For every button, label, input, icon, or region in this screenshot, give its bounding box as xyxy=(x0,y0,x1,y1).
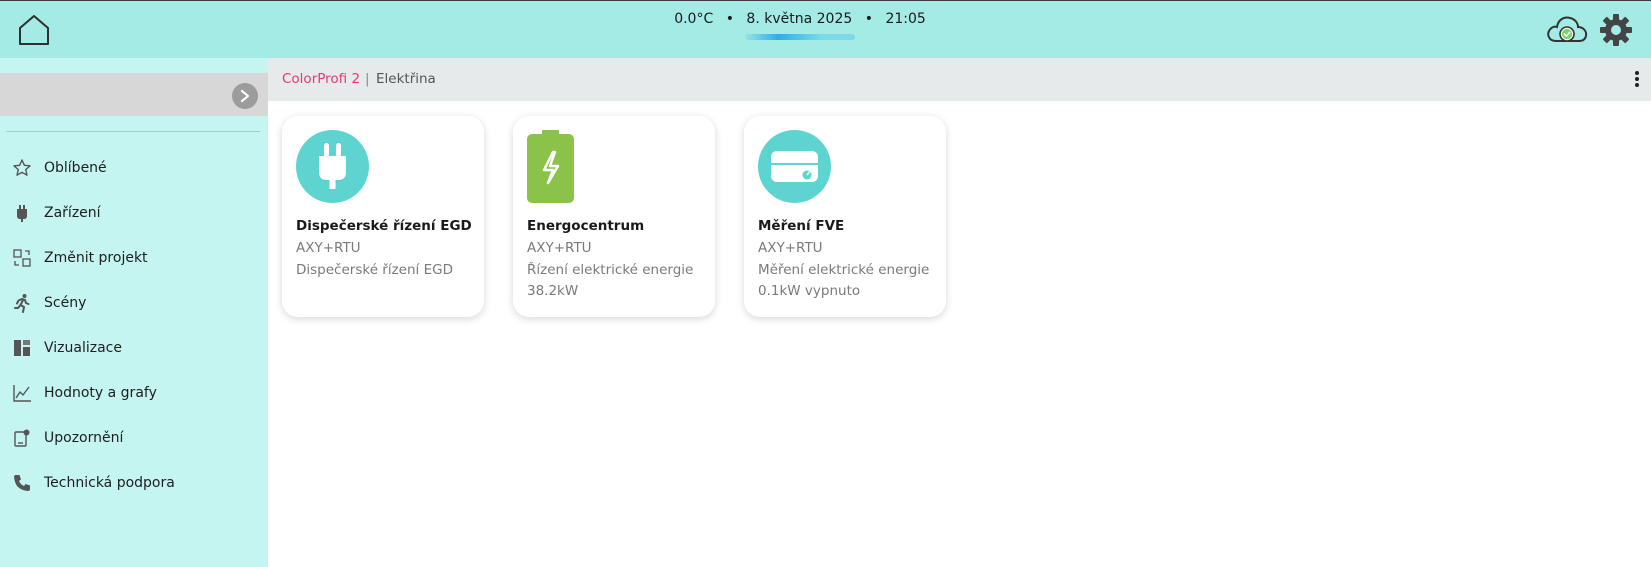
device-card-fve[interactable]: Měření FVE AXY+RTU Měření elektrické ene… xyxy=(744,116,946,317)
phone-icon xyxy=(12,473,32,493)
sidebar-item-change-project[interactable]: Změnit projekt xyxy=(0,235,268,280)
card-description: Řízení elektrické energie xyxy=(527,262,694,278)
sidebar-item-scenes[interactable]: Scény xyxy=(0,280,268,325)
sidebar-item-label: Hodnoty a grafy xyxy=(44,384,157,401)
sidebar-item-values-charts[interactable]: Hodnoty a grafy xyxy=(0,370,268,415)
time-text: 21:05 xyxy=(885,11,926,27)
cloud-sync-icon[interactable] xyxy=(1545,13,1589,47)
device-card-energocentrum[interactable]: Energocentrum AXY+RTU Řízení elektrické … xyxy=(513,116,715,317)
settings-gear-icon[interactable] xyxy=(1598,12,1634,48)
card-value: 0.1kW vypnuto xyxy=(758,283,861,299)
sidebar-item-label: Zařízení xyxy=(44,204,101,221)
redacted-subtitle xyxy=(745,31,855,43)
sidebar-item-label: Technická podpora xyxy=(44,474,175,491)
sidebar-item-label: Oblíbené xyxy=(44,159,107,176)
visualization-icon xyxy=(12,338,32,358)
running-person-icon xyxy=(12,293,32,313)
date-text: 8. května 2025 xyxy=(746,11,853,27)
card-description: Dispečerské řízení EGD xyxy=(296,262,453,278)
sidebar-divider xyxy=(6,131,260,132)
battery-icon xyxy=(527,130,600,203)
home-icon[interactable] xyxy=(16,13,52,47)
sidebar-item-label: Scény xyxy=(44,294,87,311)
plug-icon xyxy=(12,203,32,223)
separator-dot: • xyxy=(864,11,873,27)
sidebar: Oblíbené Zařízení Změnit projekt Scény V… xyxy=(0,58,268,567)
switch-project-icon xyxy=(12,248,32,268)
sidebar-item-label: Změnit projekt xyxy=(44,249,148,266)
sidebar-item-support[interactable]: Technická podpora xyxy=(0,460,268,505)
card-value: 38.2kW xyxy=(527,283,579,299)
sidebar-item-favorites[interactable]: Oblíbené xyxy=(0,145,268,190)
sidebar-item-visualization[interactable]: Vizualizace xyxy=(0,325,268,370)
card-device-type: AXY+RTU xyxy=(758,240,823,256)
plug-icon xyxy=(296,130,369,203)
header-status: 0.0°C • 8. května 2025 • 21:05 xyxy=(640,10,960,43)
breadcrumb-project-link[interactable]: ColorProfi 2 xyxy=(282,71,360,87)
sidebar-item-notifications[interactable]: Upozornění xyxy=(0,415,268,460)
breadcrumb-separator: | xyxy=(365,71,370,87)
sidebar-nav: Oblíbené Zařízení Změnit projekt Scény V… xyxy=(0,145,268,505)
separator-dot: • xyxy=(725,11,734,27)
notification-icon xyxy=(12,428,32,448)
top-header: 0.0°C • 8. května 2025 • 21:05 xyxy=(0,0,1651,58)
card-title: Měření FVE xyxy=(758,218,845,234)
sidebar-item-devices[interactable]: Zařízení xyxy=(0,190,268,235)
user-name-redacted xyxy=(8,86,54,101)
meter-icon xyxy=(758,130,831,203)
temperature-text: 0.0°C xyxy=(674,11,714,27)
sidebar-item-label: Vizualizace xyxy=(44,339,122,356)
card-device-type: AXY+RTU xyxy=(296,240,361,256)
more-options-icon[interactable] xyxy=(1632,71,1642,89)
device-card-egd[interactable]: Dispečerské řízení EGD AXY+RTU Dispečers… xyxy=(282,116,484,317)
sidebar-item-label: Upozornění xyxy=(44,429,124,446)
card-description: Měření elektrické energie xyxy=(758,262,930,278)
star-icon xyxy=(12,158,32,178)
card-title: Dispečerské řízení EGD xyxy=(296,218,472,234)
breadcrumb: ColorProfi 2 | Elektřina xyxy=(268,58,1651,101)
card-title: Energocentrum xyxy=(527,218,645,234)
line-chart-icon xyxy=(12,383,32,403)
user-bar[interactable] xyxy=(0,73,268,116)
expand-arrow-icon[interactable] xyxy=(232,83,258,109)
breadcrumb-current-page: Elektřina xyxy=(376,71,436,87)
card-device-type: AXY+RTU xyxy=(527,240,592,256)
